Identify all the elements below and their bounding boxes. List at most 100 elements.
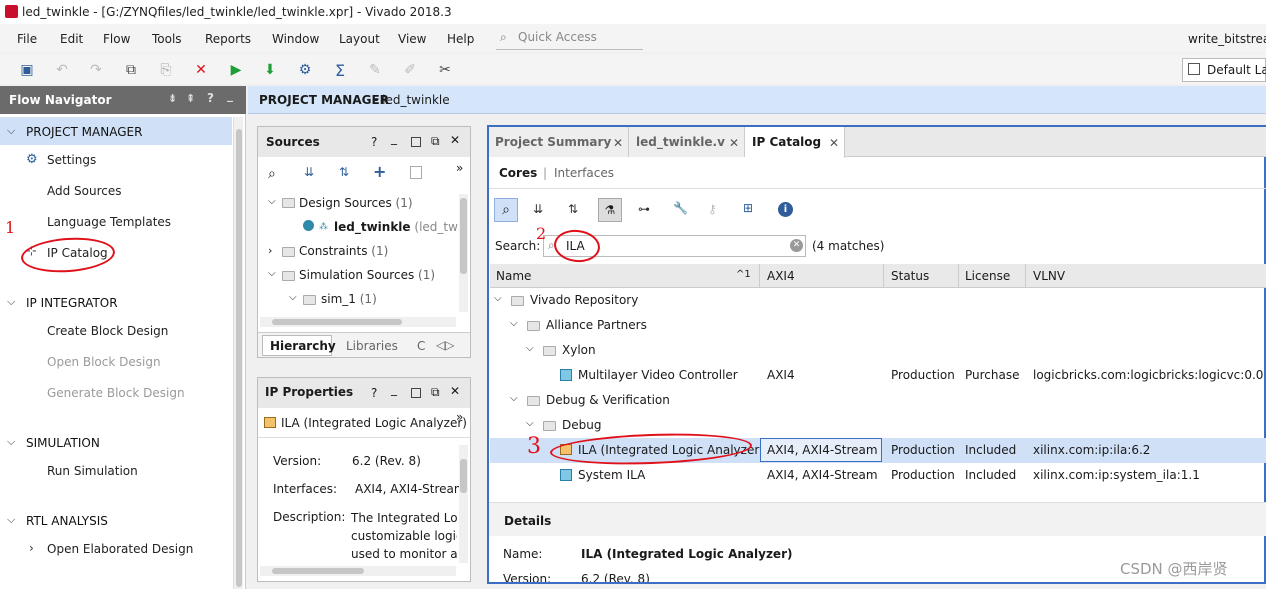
menu-edit[interactable]: Edit <box>60 32 83 46</box>
menu-help[interactable]: Help <box>447 32 474 46</box>
chevron-down-icon[interactable]: ⌵ <box>510 393 518 404</box>
search-icon[interactable]: ⌕ <box>268 166 276 182</box>
tool-disabled-icon[interactable]: ✎ <box>365 60 385 80</box>
group-icon[interactable]: ⊶ <box>638 202 650 216</box>
tab-libraries[interactable]: Libraries <box>346 339 398 353</box>
chevron-down-icon[interactable]: ⌵ <box>268 268 276 279</box>
nav-add-sources[interactable]: Add Sources <box>47 184 122 198</box>
scrollbar-thumb[interactable] <box>460 198 467 274</box>
settings-icon[interactable]: ⚙ <box>295 60 315 80</box>
column-vlnv[interactable]: VLNV <box>1033 269 1065 283</box>
column-divider[interactable] <box>759 264 760 288</box>
subtab-interfaces[interactable]: Interfaces <box>554 166 614 180</box>
help-icon[interactable]: ? <box>207 91 214 105</box>
section-project-manager[interactable]: PROJECT MANAGER <box>26 125 142 139</box>
help-icon[interactable]: ? <box>371 135 377 149</box>
table-row[interactable]: ⌵ Debug & Verification <box>490 388 1266 413</box>
table-row[interactable]: Multilayer Video Controller AXI4 Product… <box>490 363 1266 388</box>
add-source-icon[interactable]: + <box>373 162 386 181</box>
close-icon[interactable]: ✕ <box>613 136 623 150</box>
subtab-cores[interactable]: Cores <box>499 166 537 180</box>
redo-icon[interactable]: ↷ <box>86 60 106 80</box>
chevron-down-icon[interactable]: ⌵ <box>510 318 518 329</box>
column-axi4[interactable]: AXI4 <box>767 269 795 283</box>
more-tabs-icon[interactable]: ◁▷ <box>436 338 454 352</box>
menu-window[interactable]: Window <box>272 32 319 46</box>
sim-1-node[interactable]: sim_1 (1) <box>321 292 377 306</box>
chevron-down-icon[interactable]: ⌵ <box>7 295 15 309</box>
table-row[interactable]: ⌵ Vivado Repository <box>490 288 1266 313</box>
program-icon[interactable]: ⬇ <box>260 60 280 80</box>
tool-cut-icon[interactable]: ✂ <box>435 60 455 80</box>
delete-icon[interactable]: ✕ <box>191 60 211 80</box>
nav-language-templates[interactable]: Language Templates <box>47 215 171 229</box>
section-rtl-analysis[interactable]: RTL ANALYSIS <box>26 514 108 528</box>
chevron-down-icon[interactable]: ⌵ <box>7 124 15 138</box>
scrollbar-thumb[interactable] <box>272 568 364 574</box>
sources-hscroll[interactable] <box>260 317 456 327</box>
collapse-all-icon[interactable]: ⇊ <box>533 202 543 216</box>
column-name[interactable]: Name <box>496 269 531 283</box>
run-icon[interactable]: ▶ <box>226 60 246 80</box>
design-sources-node[interactable]: Design Sources (1) <box>299 196 413 210</box>
column-status[interactable]: Status <box>891 269 929 283</box>
help-icon[interactable]: ? <box>371 386 377 400</box>
quick-access-field[interactable]: ⌕ Quick Access <box>496 27 643 50</box>
copy-icon[interactable]: ⧉ <box>121 60 141 80</box>
chevron-down-icon[interactable]: ⌵ <box>289 292 297 303</box>
nav-generate-block-design[interactable]: Generate Block Design <box>47 386 185 400</box>
column-divider[interactable] <box>958 264 959 288</box>
menu-view[interactable]: View <box>398 32 426 46</box>
clear-icon[interactable]: ✕ <box>790 239 803 252</box>
column-divider[interactable] <box>883 264 884 288</box>
maximize-icon[interactable] <box>411 388 421 398</box>
tool-disabled2-icon[interactable]: ✐ <box>400 60 420 80</box>
table-row[interactable]: ⌵ Alliance Partners <box>490 313 1266 338</box>
minimize-icon[interactable]: _ <box>227 88 233 102</box>
menu-layout[interactable]: Layout <box>339 32 380 46</box>
nav-run-simulation[interactable]: Run Simulation <box>47 464 138 478</box>
menu-flow[interactable]: Flow <box>103 32 130 46</box>
minimize-icon[interactable]: _ <box>391 382 397 396</box>
chevron-down-icon[interactable]: ⌵ <box>526 418 534 429</box>
nav-open-block-design[interactable]: Open Block Design <box>47 355 161 369</box>
menu-file[interactable]: File <box>17 32 37 46</box>
tab-project-summary[interactable]: Project Summary ✕ <box>489 127 629 157</box>
more-icon[interactable]: » <box>456 410 463 424</box>
section-ip-integrator[interactable]: IP INTEGRATOR <box>26 296 118 310</box>
maximize-icon[interactable] <box>411 137 421 147</box>
undo-icon[interactable]: ↶ <box>52 60 72 80</box>
tab-led-twinkle-v[interactable]: led_twinkle.v ✕ <box>629 127 745 157</box>
column-license[interactable]: License <box>965 269 1010 283</box>
expand-all-icon[interactable]: ⇞ <box>186 92 195 105</box>
close-icon[interactable]: ✕ <box>829 136 839 150</box>
table-row[interactable]: ⌵ Debug <box>490 413 1266 438</box>
column-divider[interactable] <box>1025 264 1026 288</box>
expand-all-icon[interactable]: ⇅ <box>568 202 578 216</box>
scrollbar-thumb[interactable] <box>236 129 242 587</box>
chevron-right-icon[interactable]: › <box>29 541 34 555</box>
section-simulation[interactable]: SIMULATION <box>26 436 100 450</box>
tab-hierarchy[interactable]: Hierarchy <box>262 335 336 356</box>
tab-compile-order[interactable]: C <box>417 339 425 353</box>
float-icon[interactable]: ⧉ <box>431 134 440 149</box>
chevron-right-icon[interactable]: › <box>268 244 272 257</box>
scrollbar-thumb[interactable] <box>460 459 467 493</box>
menu-tools[interactable]: Tools <box>152 32 182 46</box>
more-icon[interactable]: » <box>456 161 463 175</box>
tab-ip-catalog[interactable]: IP Catalog ✕ <box>745 127 845 158</box>
ip-props-hscroll[interactable] <box>260 566 456 576</box>
close-icon[interactable]: ✕ <box>450 384 460 398</box>
wrench-icon[interactable]: 🔧 <box>673 201 688 215</box>
menu-reports[interactable]: Reports <box>205 32 251 46</box>
chevron-down-icon[interactable]: ⌵ <box>7 513 15 527</box>
open-project-icon[interactable]: ▣ <box>17 60 37 80</box>
chip-icon[interactable]: ⊞ <box>743 201 753 215</box>
expand-all-icon[interactable]: ⇅ <box>339 165 349 179</box>
collapse-all-icon[interactable]: ⇟ <box>168 92 177 105</box>
close-icon[interactable]: ✕ <box>450 133 460 147</box>
table-row[interactable]: System ILA AXI4, AXI4-Stream Production … <box>490 463 1266 488</box>
chevron-down-icon[interactable]: ⌵ <box>494 293 502 304</box>
ip-props-vscroll[interactable] <box>459 445 468 563</box>
layout-select[interactable]: Default Lay <box>1182 58 1266 82</box>
